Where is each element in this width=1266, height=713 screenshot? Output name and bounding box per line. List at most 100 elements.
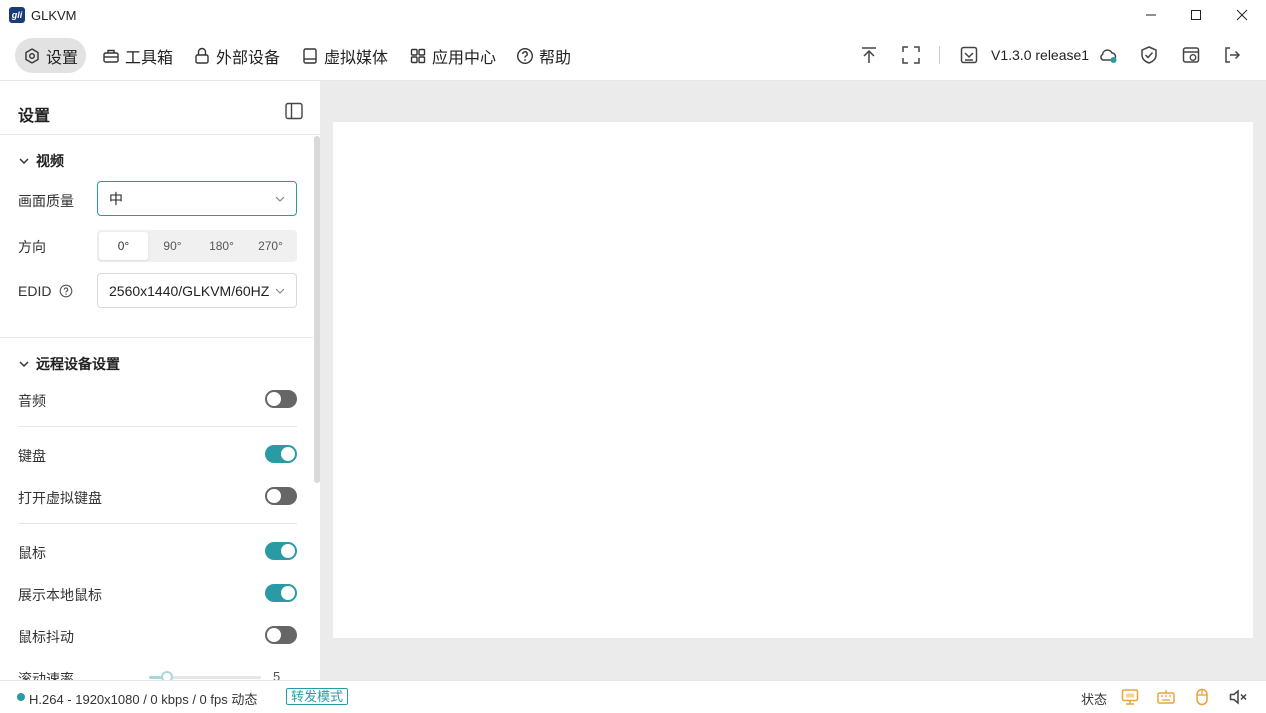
orientation-label: 方向 (18, 239, 46, 255)
toolbox-icon (103, 49, 119, 63)
section-title: 视频 (36, 153, 64, 169)
nav-label: 工具箱 (125, 49, 174, 67)
security-button[interactable] (1138, 44, 1160, 66)
chevron-down-icon (19, 361, 29, 368)
status-bar: H.264 - 1920x1080 / 0 kbps / 0 fps 动态 转发… (0, 680, 1266, 713)
version-label: V1.3.0 release1 (991, 47, 1090, 63)
app-logo: gli (9, 7, 25, 23)
section-title: 远程设备设置 (36, 356, 120, 372)
quality-label: 画面质量 (18, 193, 74, 209)
minimize-icon (1146, 14, 1156, 16)
sidebar-title: 设置 (18, 108, 51, 125)
keyboard-label: 键盘 (18, 448, 46, 464)
edid-select[interactable]: 2560x1440/GLKVM/60HZ (97, 273, 297, 308)
scroll-speed-value: 5 (273, 669, 281, 680)
main-viewport (321, 81, 1266, 680)
local-mouse-label: 展示本地鼠标 (18, 587, 102, 603)
help-icon (516, 47, 534, 64)
version-button[interactable] (958, 44, 980, 66)
edid-label: EDID (18, 283, 52, 299)
audio-label: 音频 (18, 393, 46, 409)
fullscreen-icon (902, 46, 920, 64)
history-button[interactable] (1180, 44, 1202, 66)
orientation-90[interactable]: 90° (148, 232, 197, 260)
settings-sidebar: 设置 视频 画面质量 中 方向 0° 90° 180° 270° EDID 25… (0, 81, 321, 680)
fullscreen-button[interactable] (900, 44, 922, 66)
remote-section-header[interactable]: 远程设备设置 (18, 354, 120, 374)
mouse-toggle[interactable] (265, 542, 297, 560)
speaker-muted-icon (1229, 689, 1247, 705)
nav-virtual-media[interactable]: 虚拟媒体 (293, 38, 396, 73)
shield-check-icon (1141, 46, 1157, 64)
orientation-270[interactable]: 270° (246, 232, 295, 260)
scroll-speed-label: 滚动速率 (18, 671, 74, 680)
history-icon (1182, 47, 1200, 63)
video-section-header[interactable]: 视频 (18, 151, 64, 171)
keyboard-icon (1157, 690, 1175, 704)
section-divider (0, 337, 313, 338)
maximize-icon (1191, 10, 1201, 20)
chevron-down-icon (275, 288, 285, 294)
close-icon (1236, 9, 1248, 21)
chevron-down-icon (19, 158, 29, 165)
lock-device-icon (195, 47, 209, 64)
keyboard-status-button[interactable] (1156, 687, 1176, 707)
slider-handle[interactable] (161, 671, 173, 680)
nav-toolbox[interactable]: 工具箱 (94, 38, 181, 73)
drive-icon (303, 47, 317, 64)
nav-help[interactable]: 帮助 (508, 38, 579, 73)
nav-label: 应用中心 (432, 49, 497, 67)
scroll-thumb[interactable] (314, 136, 320, 483)
cloud-button[interactable] (1097, 44, 1119, 66)
remote-screen[interactable] (333, 122, 1253, 638)
apps-icon (410, 48, 426, 63)
nav-divider (939, 46, 940, 64)
audio-status-button[interactable] (1228, 687, 1248, 707)
sidebar-scrollbar[interactable] (313, 135, 320, 680)
collapse-sidebar-button[interactable] (284, 101, 304, 121)
scroll-speed-slider[interactable] (149, 671, 261, 680)
mouse-status-button[interactable] (1192, 687, 1212, 707)
edid-value: 2560x1440/GLKVM/60HZ (109, 282, 270, 299)
keyboard-toggle[interactable] (265, 445, 297, 463)
nav-label: 设置 (46, 49, 79, 67)
stream-info: H.264 - 1920x1080 / 0 kbps / 0 fps 动态 (29, 692, 258, 707)
help-circle-icon[interactable] (59, 284, 73, 298)
status-label: 状态 (1081, 692, 1108, 707)
nav-settings[interactable]: 设置 (15, 38, 87, 73)
virtual-keyboard-toggle[interactable] (265, 487, 297, 505)
forward-mode-badge[interactable]: 转发模式 (286, 688, 349, 705)
logout-button[interactable] (1221, 44, 1243, 66)
upload-button[interactable] (858, 44, 880, 66)
edid-label-row: EDID (18, 283, 73, 299)
row-divider (18, 523, 297, 524)
download-box-icon (960, 46, 978, 64)
mouse-label: 鼠标 (18, 545, 46, 561)
quality-select[interactable]: 中 (97, 181, 297, 216)
title-bar: gli GLKVM (0, 0, 1266, 30)
monitor-status-button[interactable] (1120, 687, 1140, 707)
gear-icon (25, 47, 39, 64)
mouse-jiggle-toggle[interactable] (265, 626, 297, 644)
sidebar-header: 设置 (0, 81, 320, 135)
mouse-icon (1196, 688, 1208, 706)
monitor-icon (1121, 689, 1139, 705)
audio-toggle[interactable] (265, 390, 297, 408)
orientation-0[interactable]: 0° (99, 232, 148, 260)
sidebar-toggle-icon (285, 102, 303, 120)
orientation-180[interactable]: 180° (197, 232, 246, 260)
nav-external-devices[interactable]: 外部设备 (185, 38, 288, 73)
chevron-down-icon (275, 196, 285, 202)
maximize-button[interactable] (1173, 0, 1219, 30)
mouse-jiggle-label: 鼠标抖动 (18, 629, 74, 645)
nav-label: 外部设备 (216, 49, 281, 67)
row-divider (18, 426, 297, 427)
local-mouse-toggle[interactable] (265, 584, 297, 602)
stream-status-dot (17, 693, 25, 701)
window-title: GLKVM (31, 8, 77, 23)
minimize-button[interactable] (1128, 0, 1174, 30)
logout-icon (1225, 47, 1241, 63)
orientation-segmented: 0° 90° 180° 270° (97, 230, 297, 262)
nav-app-center[interactable]: 应用中心 (401, 38, 504, 73)
close-button[interactable] (1219, 0, 1265, 30)
